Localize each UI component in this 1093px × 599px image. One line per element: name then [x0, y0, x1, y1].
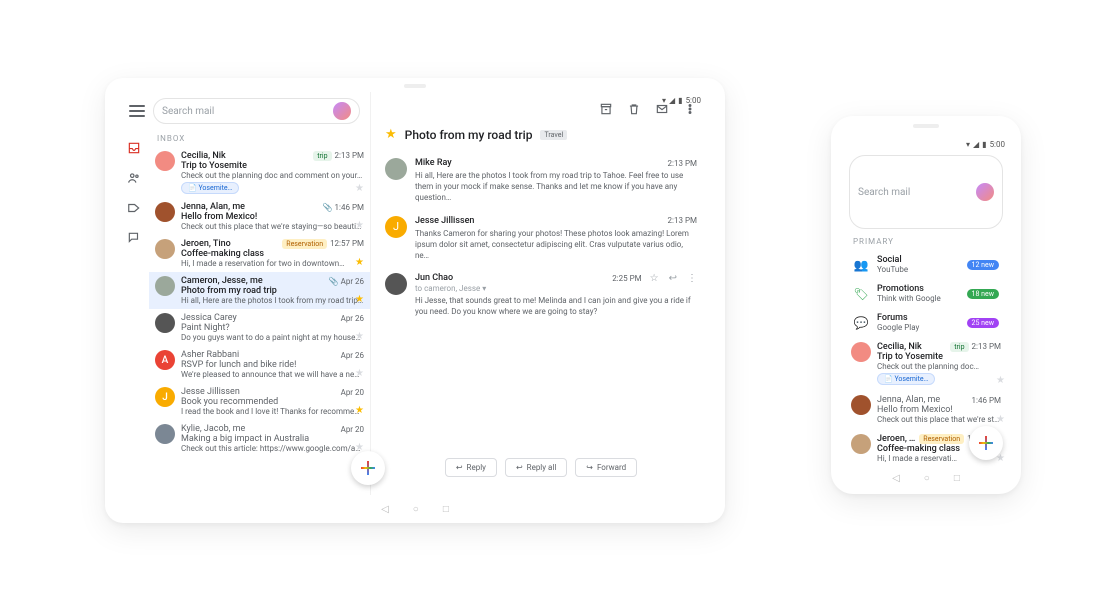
- thread-item[interactable]: Kylie, Jacob, meApr 20 Making a big impa…: [149, 420, 370, 457]
- recent-icon[interactable]: □: [443, 504, 449, 515]
- star-icon[interactable]: ★: [355, 220, 364, 231]
- category-icon: 👥: [853, 257, 869, 273]
- more-icon[interactable]: ⋮: [687, 273, 697, 284]
- wifi-icon: ▾: [966, 140, 970, 149]
- reply-icon[interactable]: ↩: [669, 273, 677, 284]
- account-avatar[interactable]: [976, 183, 994, 201]
- delete-icon[interactable]: [627, 102, 641, 119]
- reply-all-button[interactable]: ↩ Reply all: [505, 458, 567, 477]
- star-icon[interactable]: ★: [355, 331, 364, 342]
- thread-item[interactable]: Cameron, Jesse, me📎 Apr 26 Photo from my…: [149, 272, 370, 309]
- section-label: PRIMARY: [841, 233, 1011, 250]
- message[interactable]: J Jesse Jillissen 2:13 PM Thanks Cameron…: [385, 210, 697, 268]
- android-nav: ◁ ○ □: [831, 470, 1021, 486]
- section-label: INBOX: [149, 130, 370, 147]
- phone-device: ▾ ◢ ▮ 5:00 Search mail PRIMARY 👥 SocialY…: [831, 116, 1021, 494]
- signal-icon: ◢: [973, 140, 979, 149]
- tag-icon[interactable]: [126, 200, 142, 216]
- status-bar: ▾ ◢ ▮ 5:00: [841, 138, 1011, 151]
- category-social[interactable]: 👥 SocialYouTube 12 new: [841, 250, 1011, 279]
- badge: 12 new: [967, 260, 999, 270]
- conversation-pane: ★ Photo from my road trip Travel Mike Ra…: [371, 92, 711, 495]
- archive-icon[interactable]: [599, 102, 613, 119]
- nav-rail: [119, 130, 149, 495]
- inbox-icon[interactable]: [126, 140, 142, 156]
- back-icon[interactable]: ◁: [381, 504, 389, 515]
- tablet-device: ▾ ◢ ▮ 5:00 Search mail: [105, 78, 725, 523]
- star-icon[interactable]: ★: [355, 368, 364, 379]
- search-input[interactable]: Search mail: [153, 98, 360, 124]
- thread-item[interactable]: Jeroen, TinoReservation12:57 PM Coffee-m…: [149, 235, 370, 272]
- left-column: Search mail INBOX Cecilia, Niktr: [119, 92, 371, 495]
- forward-button[interactable]: ↪ Forward: [575, 458, 637, 477]
- android-nav: ◁ ○ □: [105, 501, 725, 517]
- star-icon[interactable]: ★: [355, 183, 364, 194]
- star-icon[interactable]: ☆: [650, 273, 659, 284]
- thread-item[interactable]: Jessica CareyApr 26 Paint Night? Do you …: [149, 309, 370, 346]
- thread-item[interactable]: Cecilia, Niktrip2:13 PM Trip to Yosemite…: [841, 337, 1011, 390]
- star-icon[interactable]: ★: [355, 405, 364, 416]
- menu-icon[interactable]: [129, 105, 145, 117]
- tablet-screen: ▾ ◢ ▮ 5:00 Search mail: [119, 92, 711, 495]
- phone-screen: ▾ ◢ ▮ 5:00 Search mail PRIMARY 👥 SocialY…: [841, 138, 1011, 468]
- badge: 18 new: [967, 289, 999, 299]
- people-icon[interactable]: [126, 170, 142, 186]
- conversation-subject: Photo from my road trip: [405, 128, 533, 142]
- search-placeholder: Search mail: [858, 187, 910, 198]
- recent-icon[interactable]: □: [954, 473, 960, 484]
- search-input[interactable]: Search mail: [849, 155, 1003, 229]
- reply-button[interactable]: ↩ Reply: [445, 458, 497, 477]
- thread-item[interactable]: J Jesse JillissenApr 20 Book you recomme…: [149, 383, 370, 420]
- star-icon[interactable]: ★: [385, 127, 397, 142]
- status-time: 5:00: [990, 140, 1005, 149]
- message[interactable]: Mike Ray 2:13 PM Hi all, Here are the ph…: [385, 152, 697, 210]
- battery-icon: ▮: [982, 140, 986, 149]
- mail-icon[interactable]: [655, 102, 669, 119]
- phone-speaker: [913, 124, 939, 128]
- thread-item[interactable]: Cecilia, Niktrip2:13 PM Trip to Yosemite…: [149, 147, 370, 198]
- conversation-label[interactable]: Travel: [540, 130, 567, 140]
- thread-item[interactable]: A Asher RabbaniApr 26 RSVP for lunch and…: [149, 346, 370, 383]
- message[interactable]: Jun Chao 2:25 PM ☆↩⋮ to cameron, Jesse ▾…: [385, 267, 697, 323]
- thread-list: INBOX Cecilia, Niktrip2:13 PM Trip to Yo…: [149, 130, 370, 495]
- thread-item[interactable]: Jenna, Alan, me📎 1:46 PM Hello from Mexi…: [149, 198, 370, 235]
- account-avatar[interactable]: [333, 102, 351, 120]
- compose-fab[interactable]: [351, 451, 385, 485]
- more-icon[interactable]: [683, 102, 697, 119]
- star-icon[interactable]: ★: [996, 375, 1005, 386]
- thread-item[interactable]: Jenna, Alan, me1:46 PM Hello from Mexico…: [841, 390, 1011, 429]
- search-placeholder: Search mail: [162, 106, 214, 117]
- star-icon[interactable]: ★: [355, 257, 364, 268]
- category-promotions[interactable]: 🏷 PromotionsThink with Google 18 new: [841, 279, 1011, 308]
- category-icon: 🏷: [853, 286, 869, 302]
- category-forums[interactable]: 💬 ForumsGoogle Play 25 new: [841, 308, 1011, 337]
- home-icon[interactable]: ○: [413, 504, 419, 515]
- forum-icon[interactable]: [126, 230, 142, 246]
- star-icon[interactable]: ★: [355, 294, 364, 305]
- home-icon[interactable]: ○: [924, 473, 930, 484]
- star-icon[interactable]: ★: [996, 414, 1005, 425]
- badge: 25 new: [967, 318, 999, 328]
- category-icon: 💬: [853, 315, 869, 331]
- tablet-speaker: [404, 84, 426, 88]
- back-icon[interactable]: ◁: [892, 473, 900, 484]
- compose-fab[interactable]: [969, 426, 1003, 460]
